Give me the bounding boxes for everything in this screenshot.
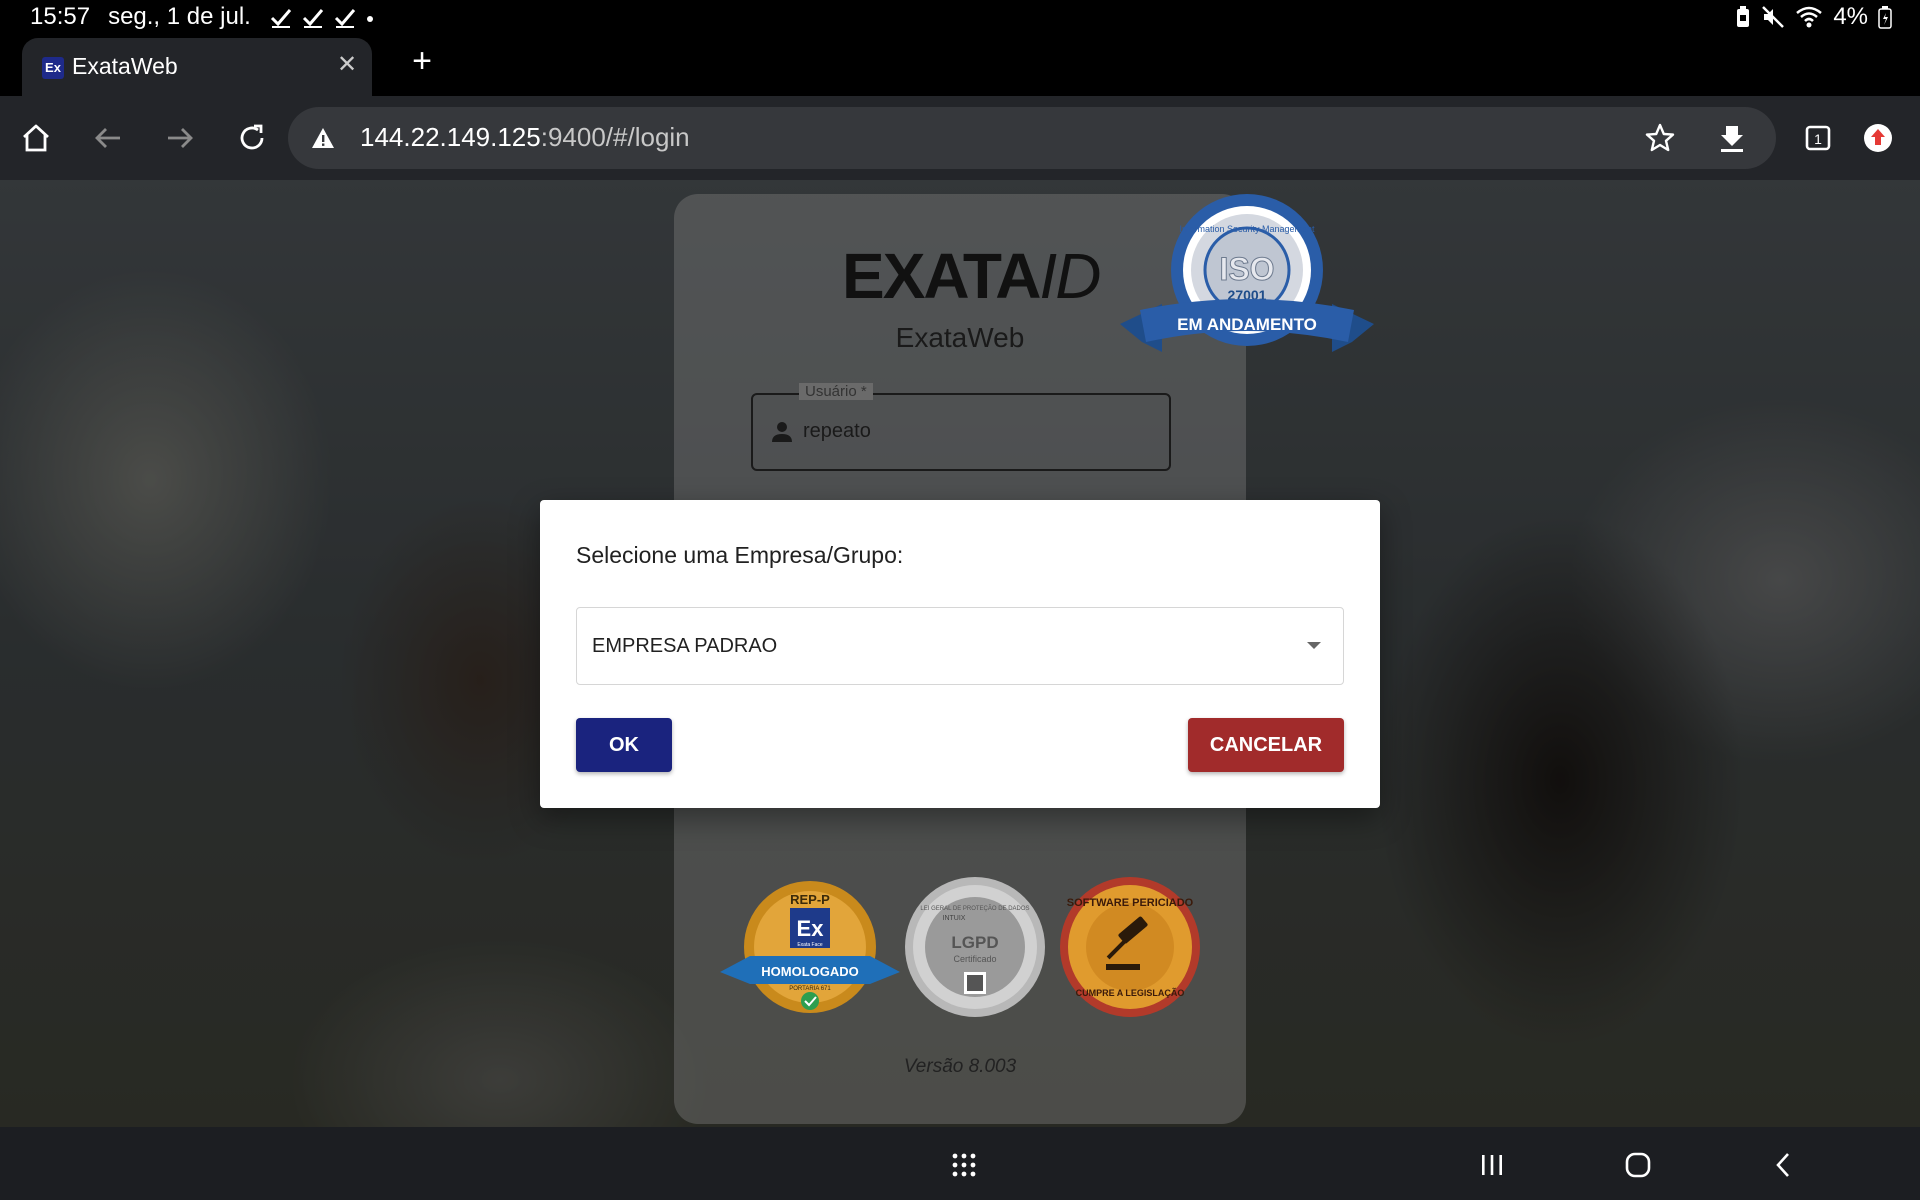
battery-icon	[1878, 6, 1892, 29]
tab-title: ExataWeb	[72, 53, 178, 79]
software-periciado-badge: SOFTWARE PERICIADO CUMPRE A LEGISLAÇÃO	[1060, 877, 1200, 1017]
tab-count: 1	[1814, 131, 1822, 147]
browser-tab[interactable]: Ex ExataWeb ✕	[22, 38, 372, 96]
rep-p-homologado-badge: REP-P Ex Exata Face HOMOLOGADO PORTARIA …	[720, 881, 900, 1013]
certification-badges: REP-P Ex Exata Face HOMOLOGADO PORTARIA …	[720, 877, 1200, 1017]
person-icon	[772, 422, 792, 442]
url-text[interactable]: 144.22.149.125:9400/#/login	[360, 122, 690, 153]
wifi-icon	[1796, 6, 1823, 28]
select-company-dialog: Selecione uma Empresa/Grupo: EMPRESA PAD…	[540, 500, 1380, 808]
download-icon[interactable]	[1716, 122, 1748, 154]
new-tab-icon[interactable]: +	[404, 44, 440, 80]
ok-button[interactable]: OK	[576, 718, 672, 772]
rep-sub-text: Exata Face	[797, 942, 823, 948]
home-icon[interactable]	[14, 116, 58, 160]
browser-toolbar: 144.22.149.125:9400/#/login 1	[0, 96, 1920, 180]
company-select[interactable]: EMPRESA PADRAO	[576, 607, 1344, 685]
iso-27001-seal: Information Security Management ISO 2700…	[1120, 194, 1374, 352]
selected-company: EMPRESA PADRAO	[592, 635, 778, 657]
username-field[interactable]: Usuário * repeato	[751, 383, 1171, 471]
lgpd-brand-text: INTUIX	[943, 915, 966, 922]
tab-switcher-button[interactable]: 1	[1796, 116, 1840, 160]
lgpd-certificado-badge: LEI GERAL DE PROTEÇÃO DE DADOS INTUIX LG…	[905, 877, 1045, 1017]
seal-iso-text: ISO	[1219, 251, 1274, 287]
not-secure-warning-icon[interactable]	[310, 125, 336, 151]
rep-small-text: PORTARIA 671	[789, 986, 831, 992]
browser-tab-strip: Ex ExataWeb ✕ +	[0, 36, 1920, 96]
rep-logo-text: Ex	[797, 916, 825, 941]
dropdown-arrow-icon[interactable]	[1307, 642, 1321, 649]
back-button-icon[interactable]	[1764, 1145, 1804, 1185]
logo-id-text: ID	[1039, 240, 1101, 312]
home-button-icon[interactable]	[1618, 1145, 1658, 1185]
rep-top-text: REP-P	[790, 892, 830, 907]
clock-time: 15:57	[30, 3, 91, 30]
check-icon	[302, 9, 323, 28]
dialog-prompt: Selecione uma Empresa/Grupo:	[576, 542, 904, 568]
status-date: seg., 1 de jul.	[108, 3, 251, 30]
rep-ribbon-text: HOMOLOGADO	[761, 964, 859, 979]
lgpd-title-text: LGPD	[951, 933, 998, 952]
username-label: Usuário *	[799, 383, 873, 400]
back-arrow-icon[interactable]	[86, 116, 130, 160]
pericia-top-text: SOFTWARE PERICIADO	[1067, 897, 1194, 909]
app-drawer-icon[interactable]	[944, 1145, 984, 1185]
bookmark-star-icon[interactable]	[1644, 122, 1676, 154]
pericia-bottom-text: CUMPRE A LEGISLAÇÃO	[1076, 988, 1185, 998]
recent-apps-icon[interactable]	[1472, 1145, 1512, 1185]
login-page-background: EXATAID ExataWeb Information Security Ma…	[0, 180, 1920, 1127]
exataid-logo: EXATAID	[842, 236, 1101, 316]
battery-percentage: 4%	[1833, 3, 1868, 30]
cancel-button[interactable]: CANCELAR	[1188, 718, 1344, 772]
mute-icon	[1762, 6, 1785, 28]
seal-ribbon-text: EM ANDAMENTO	[1177, 315, 1317, 334]
lgpd-ring-text: LEI GERAL DE PROTEÇÃO DE DADOS	[920, 905, 1029, 912]
check-icon	[334, 9, 355, 28]
lgpd-sub-text: Certificado	[953, 954, 996, 964]
system-status-bar: 15:57 seg., 1 de jul. 4%	[0, 0, 1920, 36]
username-value: repeato	[803, 420, 871, 442]
check-icon	[270, 9, 291, 28]
address-bar[interactable]: 144.22.149.125:9400/#/login	[288, 107, 1776, 169]
url-path: :9400/#/login	[540, 122, 690, 152]
seal-top-text: Information Security Management	[1179, 224, 1315, 234]
logo-text: EXATA	[842, 240, 1041, 312]
dot-icon	[366, 16, 373, 22]
battery-saver-icon	[1737, 6, 1750, 27]
reload-icon[interactable]	[230, 116, 274, 160]
exata-favicon-icon: Ex	[42, 57, 64, 79]
forward-arrow-icon[interactable]	[158, 116, 202, 160]
update-available-icon[interactable]	[1856, 116, 1900, 160]
system-navigation-bar	[0, 1127, 1920, 1200]
url-host: 144.22.149.125	[360, 122, 541, 152]
close-tab-icon[interactable]: ✕	[332, 50, 362, 80]
version-label: Versão 8.003	[903, 1056, 1017, 1077]
